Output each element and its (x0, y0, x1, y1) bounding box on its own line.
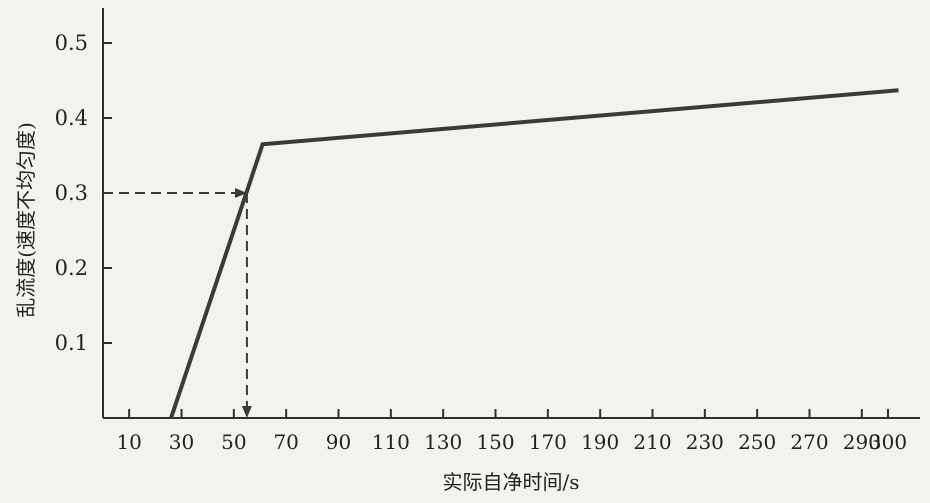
y-tick-label: 0.2 (55, 256, 88, 280)
chart-svg: 0.1 0.2 0.3 0.4 0.5 10 30 50 70 90 110 130 150 170 19… (14, 8, 920, 494)
x-tick-label: 90 (326, 430, 351, 454)
x-tick-label: 190 (581, 430, 619, 454)
series (169, 88, 899, 419)
series-line (169, 88, 899, 419)
x-tick-label: 210 (633, 430, 671, 454)
y-tick-label: 0.1 (55, 331, 88, 355)
y-axis-label: 乱流度(速度不均匀度) (14, 122, 38, 318)
y-tick-label: 0.3 (55, 181, 88, 205)
x-tick-label: 270 (790, 430, 828, 454)
x-axis-label: 实际自净时间/s (442, 470, 579, 494)
x-tick-label: 170 (529, 430, 567, 454)
x-tick-label: 130 (424, 430, 462, 454)
x-tick-label: 230 (686, 430, 724, 454)
x-tick-label: 300 (869, 430, 907, 454)
y-tick-label: 0.4 (55, 106, 88, 130)
x-tick-label: 110 (372, 430, 410, 454)
x-tick-label: 10 (116, 430, 141, 454)
chart: 0.1 0.2 0.3 0.4 0.5 10 30 50 70 90 110 130 150 170 19… (0, 0, 930, 498)
x-tick-label: 50 (221, 430, 246, 454)
guide-annotation (103, 188, 252, 418)
axes (102, 8, 920, 419)
x-tick-label: 30 (169, 430, 194, 454)
x-tick-label: 150 (476, 430, 514, 454)
x-ticks: 10 30 50 70 90 110 130 150 170 190 210 230 250 270 290… (116, 409, 907, 454)
x-tick-label: 70 (273, 430, 298, 454)
y-tick-label: 0.5 (55, 31, 88, 55)
x-tick-label: 250 (738, 430, 776, 454)
